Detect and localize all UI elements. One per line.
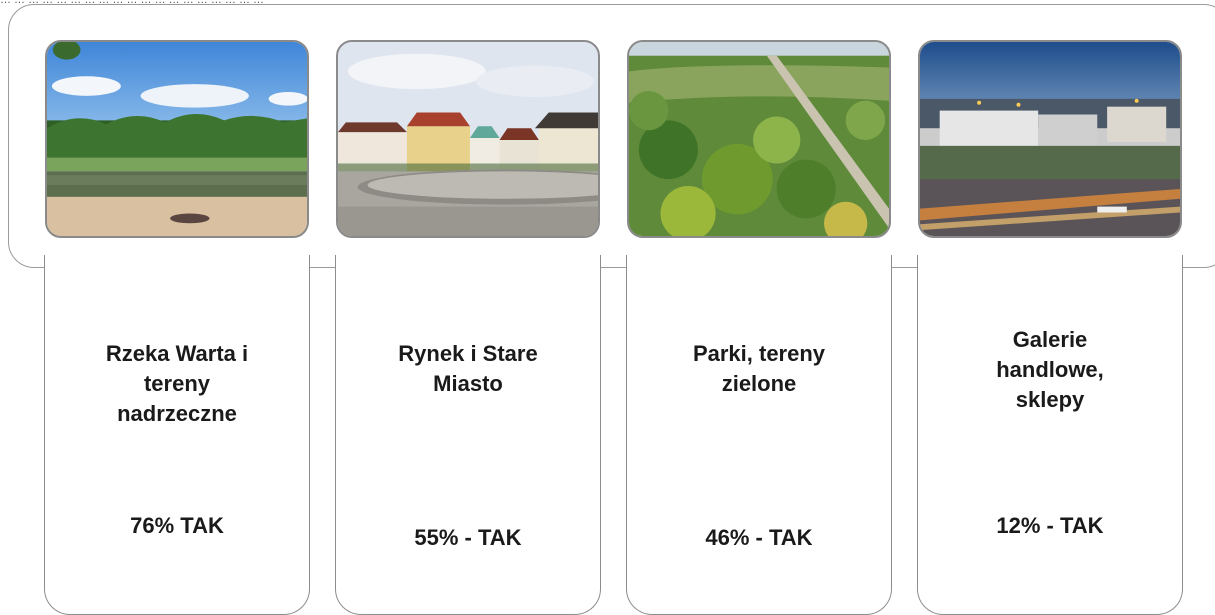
card-title: Galerie handlowe, sklepy: [918, 325, 1182, 415]
title-line: Galerie: [1012, 327, 1088, 352]
card-stat: 12% - TAK: [996, 513, 1104, 538]
title-line: Parki, tereny: [692, 341, 826, 366]
card-title: Rynek i Stare Miasto: [336, 339, 600, 399]
title-line: Miasto: [433, 371, 503, 396]
parks-photo: [627, 40, 891, 238]
river-photo: [45, 40, 309, 238]
card-parks: Parki, tereny zielone 46% - TAK: [626, 255, 892, 615]
card-title: Parki, tereny zielone: [627, 339, 891, 399]
title-line: tereny: [143, 371, 211, 396]
card-stat: 76% TAK: [130, 513, 224, 538]
market-square-photo: [336, 40, 600, 238]
title-line: handlowe,: [996, 357, 1104, 382]
title-line: Rynek i Stare: [398, 341, 538, 366]
card-old-town: Rynek i Stare Miasto 55% - TAK: [335, 255, 601, 615]
card-river: Rzeka Warta i tereny nadrzeczne 76% TAK: [44, 255, 310, 615]
title-line: Rzeka Warta i: [105, 341, 249, 366]
title-line: zielone: [721, 371, 797, 396]
title-line: sklepy: [1015, 387, 1085, 412]
card-shopping: Galerie handlowe, sklepy 12% - TAK: [917, 255, 1183, 615]
title-line: nadrzeczne: [117, 401, 237, 426]
shopping-center-photo: [918, 40, 1182, 238]
card-title: Rzeka Warta i tereny nadrzeczne: [45, 339, 309, 429]
card-stat: 46% - TAK: [705, 525, 813, 550]
card-stat: 55% - TAK: [414, 525, 522, 550]
